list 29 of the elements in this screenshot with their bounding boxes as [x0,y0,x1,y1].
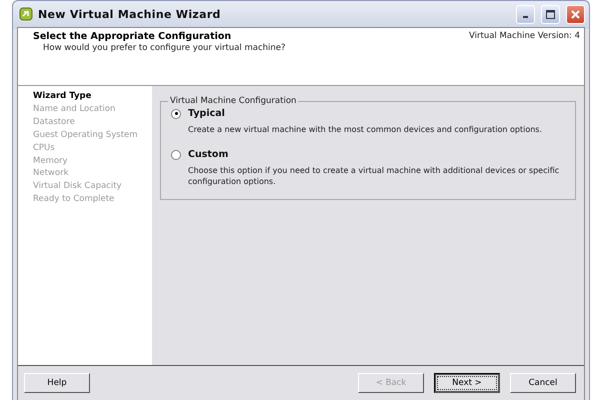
step-item: Network [33,167,70,180]
step-item: Virtual Disk Capacity [33,180,123,194]
step-subtitle: How would you prefer to configure your virtual machine? [43,43,286,53]
maximize-button[interactable] [541,4,560,24]
step-item: Memory [33,154,69,168]
wizard-button[interactable]: Next > [434,373,500,393]
close-button[interactable] [566,4,585,24]
minimize-button[interactable] [516,4,535,24]
option-label: Custom [188,149,228,160]
version-label: Virtual Machine Version: 4 [469,31,580,43]
step-title: Select the Appropriate Configuration [33,31,232,42]
window-title: New Virtual Machine Wizard [38,8,222,20]
wizard-button[interactable]: Cancel [510,373,576,393]
app-logo-icon [19,7,33,21]
radio-button[interactable] [171,150,181,160]
step-item: Wizard Type [33,90,92,103]
help-button[interactable]: Help [24,373,90,393]
option-label: Typical [188,108,225,119]
option-description: Choose this option if you need to create a virtual machine with additional devices or specific configuration options. [188,165,560,187]
step-item: Datastore [33,116,76,129]
option-description: Create a new virtual machine with the most common devices and configuration options. [188,124,543,135]
step-item: Guest Operating System [33,128,139,142]
group-title: Virtual Machine Configuration [169,96,298,106]
maximize-icon [546,10,555,18]
radio-button[interactable] [171,108,181,118]
step-item: Name and Location [33,102,116,116]
step-item: CPUs [33,142,56,155]
step-item: Ready to Complete [33,193,116,206]
close-icon [571,10,580,18]
